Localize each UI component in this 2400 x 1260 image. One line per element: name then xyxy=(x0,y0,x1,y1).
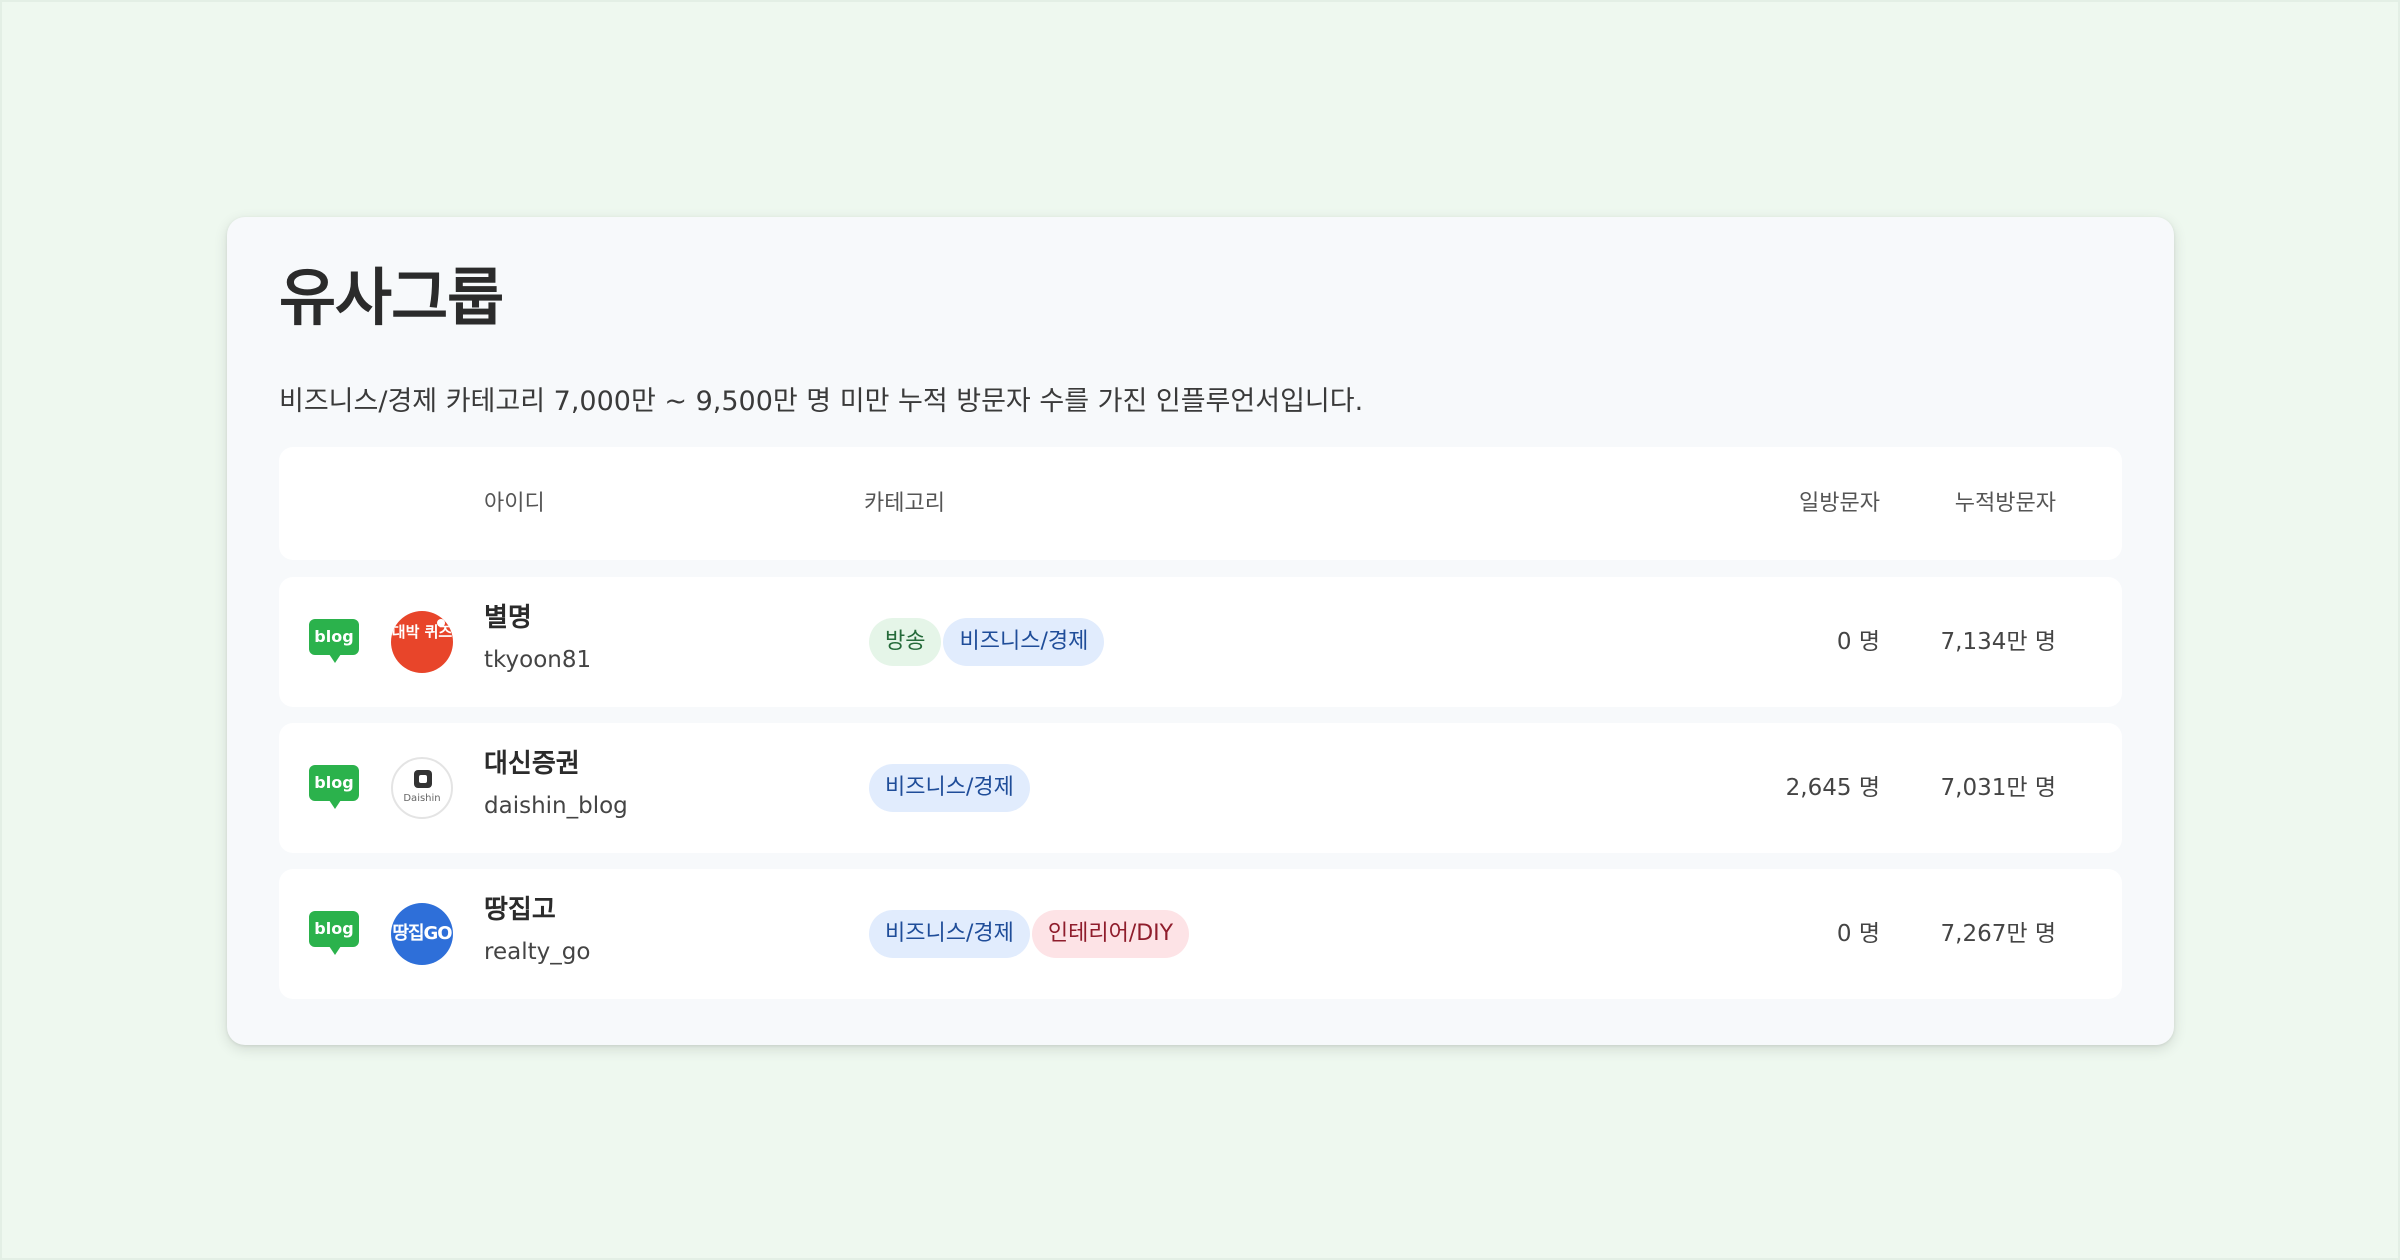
influencer-table: 아이디 카테고리 일방문자 누적방문자 blog 대박 퀴즈 별명 tkyoon… xyxy=(279,447,2122,999)
daily-visitors: 2,645 명 xyxy=(1785,775,1880,801)
table-header: 아이디 카테고리 일방문자 누적방문자 xyxy=(279,447,2122,560)
total-visitors: 7,134만 명 xyxy=(1940,629,2056,655)
nickname[interactable]: 별명 xyxy=(484,601,591,635)
category-tag: 인테리어/DIY xyxy=(1031,910,1190,958)
blog-icon: blog xyxy=(309,765,359,809)
table-row[interactable]: blog 대박 퀴즈 별명 tkyoon81 방송 비즈니스/경제 0 명 7,… xyxy=(279,577,2122,707)
table-row[interactable]: blog Daishin 대신증권 daishin_blog 비즈니스/경제 2… xyxy=(279,723,2122,853)
user-id: daishin_blog xyxy=(484,793,628,819)
daily-visitors: 0 명 xyxy=(1836,629,1880,655)
user-id: tkyoon81 xyxy=(484,647,592,673)
avatar-label: Daishin xyxy=(403,793,441,804)
category-tag: 비즈니스/경제 xyxy=(869,764,1030,812)
column-header-category: 카테고리 xyxy=(864,491,945,516)
avatar[interactable]: 땅집GO xyxy=(391,903,453,965)
column-header-total-visitors: 누적방문자 xyxy=(1954,491,2056,516)
nickname[interactable]: 대신증권 xyxy=(484,747,628,781)
page-title: 유사그룹 xyxy=(279,261,504,334)
avatar[interactable]: Daishin xyxy=(391,757,453,819)
user-id: realty_go xyxy=(484,939,591,965)
name-block: 별명 tkyoon81 xyxy=(484,601,591,675)
category-tag: 비즈니스/경제 xyxy=(869,910,1030,958)
category-tag: 비즈니스/경제 xyxy=(943,618,1105,666)
category-tags: 비즈니스/경제 xyxy=(869,764,1030,812)
category-tags: 방송 비즈니스/경제 xyxy=(869,618,1105,666)
name-block: 땅집고 realty_go xyxy=(484,893,590,967)
blog-icon: blog xyxy=(309,911,359,955)
column-header-id: 아이디 xyxy=(484,491,545,516)
category-tag: 방송 xyxy=(869,618,942,666)
total-visitors: 7,031만 명 xyxy=(1940,775,2056,801)
page-subtitle: 비즈니스/경제 카테고리 7,000만 ~ 9,500만 명 미만 누적 방문자… xyxy=(279,386,1364,417)
avatar-label: 대박 퀴즈 xyxy=(391,623,453,641)
table-row[interactable]: blog 땅집GO 땅집고 realty_go 비즈니스/경제 인테리어/DIY… xyxy=(279,869,2122,999)
page: 유사그룹 비즈니스/경제 카테고리 7,000만 ~ 9,500만 명 미만 누… xyxy=(0,0,2400,1260)
nickname[interactable]: 땅집고 xyxy=(484,893,590,927)
column-header-daily-visitors: 일방문자 xyxy=(1799,491,1880,516)
category-tags: 비즈니스/경제 인테리어/DIY xyxy=(869,910,1190,958)
avatar-label: 땅집GO xyxy=(392,923,452,944)
similar-group-card: 유사그룹 비즈니스/경제 카테고리 7,000만 ~ 9,500만 명 미만 누… xyxy=(227,217,2174,1045)
avatar[interactable]: 대박 퀴즈 xyxy=(391,611,453,673)
daishin-logo-icon xyxy=(414,770,432,788)
name-block: 대신증권 daishin_blog xyxy=(484,747,628,821)
total-visitors: 7,267만 명 xyxy=(1940,921,2056,947)
blog-icon: blog xyxy=(309,619,359,663)
daily-visitors: 0 명 xyxy=(1836,921,1880,947)
